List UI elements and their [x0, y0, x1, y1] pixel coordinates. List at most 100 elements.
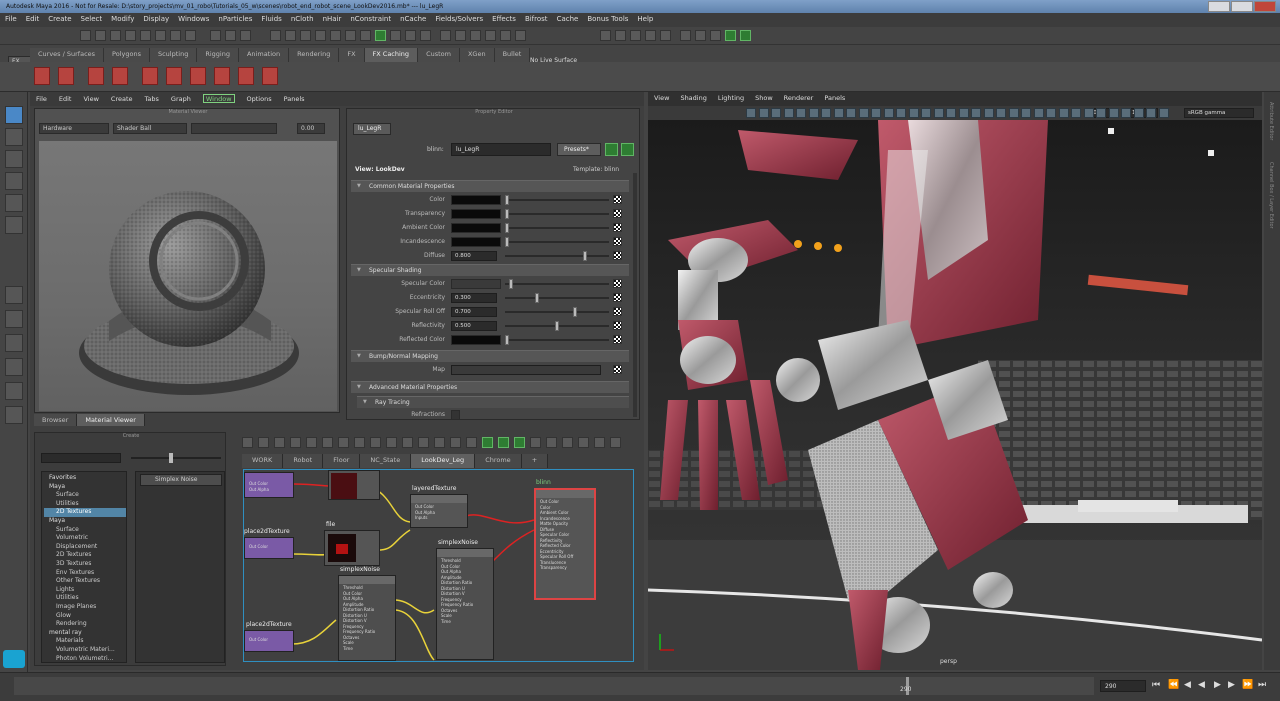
create-list-item[interactable]: Surface — [44, 526, 126, 535]
scale-tool-icon[interactable] — [5, 216, 23, 234]
script-layout-icon[interactable] — [5, 406, 23, 424]
hypershade-menu-view[interactable]: View — [83, 95, 98, 103]
viewport-tool-icon[interactable] — [1108, 108, 1119, 118]
channel-box-tab[interactable]: Channel Box / Layer Editor — [1268, 162, 1274, 229]
viewport-tool-icon[interactable] — [758, 108, 769, 118]
menu-effects[interactable]: Effects — [492, 15, 516, 25]
toolbar-button-icon[interactable] — [240, 30, 251, 41]
toolbar-button-icon[interactable] — [600, 30, 611, 41]
play-forward-icon[interactable]: ▶ — [1214, 680, 1221, 690]
toolbar-button-icon[interactable] — [225, 30, 236, 41]
toolbar-button-icon[interactable] — [375, 30, 386, 41]
menu-cache[interactable]: Cache — [557, 15, 579, 25]
viewport-tool-icon[interactable] — [1021, 108, 1031, 118]
map-button-icon[interactable] — [613, 321, 622, 330]
two-pane-layout-icon[interactable] — [5, 334, 23, 352]
toolbar-button-icon[interactable] — [630, 30, 641, 41]
map-button-icon[interactable] — [613, 335, 622, 344]
step-forward-key-icon[interactable]: ⏩ — [1242, 680, 1253, 690]
color-swatch[interactable] — [451, 279, 501, 289]
node-tab-floor[interactable]: Floor — [323, 454, 361, 468]
menu-windows[interactable]: Windows — [178, 15, 209, 25]
toolbar-button-icon[interactable] — [420, 30, 431, 41]
node-editor-tool-icon[interactable] — [322, 437, 333, 448]
timeline-track[interactable] — [14, 677, 1094, 695]
menu-nparticles[interactable]: nParticles — [218, 15, 252, 25]
slider-handle[interactable] — [583, 251, 587, 261]
simplex-noise-node[interactable]: Threshold Out Color Out Alpha Amplitude … — [338, 575, 396, 661]
node-editor-tool-icon[interactable] — [242, 437, 253, 448]
create-list-item[interactable]: Glow — [44, 612, 126, 621]
blinn-node[interactable]: Out Color Color Ambient Color Incandesce… — [534, 488, 596, 600]
viewport-tool-icon[interactable] — [821, 108, 831, 118]
node-editor-tool-icon[interactable] — [514, 437, 525, 448]
section-common-material[interactable]: Common Material Properties — [351, 180, 629, 192]
node-editor-tool-icon[interactable] — [354, 437, 365, 448]
node-port[interactable]: Out Color — [245, 544, 293, 550]
shelf-cache-icon[interactable] — [262, 67, 278, 85]
toolbar-button-icon[interactable] — [80, 30, 91, 41]
node-editor-tool-icon[interactable] — [338, 437, 349, 448]
viewport-tool-icon[interactable] — [1071, 108, 1081, 118]
place2d-node-2[interactable]: Out Color — [244, 630, 294, 652]
shelf-cache-icon[interactable] — [58, 67, 74, 85]
lasso-tool-icon[interactable] — [5, 128, 23, 146]
create-list-item[interactable]: Utilities — [44, 500, 126, 509]
shelf-cache-icon[interactable] — [166, 67, 182, 85]
simplex-noise-node-2[interactable]: Threshold Out Color Out Alpha Amplitude … — [436, 548, 494, 660]
create-list-item[interactable]: Maya — [44, 517, 126, 526]
viewport-tool-icon[interactable] — [808, 108, 819, 118]
reflectivity-field[interactable]: 0.500 — [451, 321, 497, 331]
map-button-icon[interactable] — [613, 293, 622, 302]
node-port[interactable]: Out Color — [245, 637, 293, 643]
node-editor-tool-icon[interactable] — [258, 437, 269, 448]
slider-handle[interactable] — [509, 279, 513, 289]
toolbar-button-icon[interactable] — [110, 30, 121, 41]
node-port[interactable]: Transparency — [536, 565, 594, 571]
step-back-frame-icon[interactable]: ◀ — [1184, 680, 1191, 690]
node-editor-tool-icon[interactable] — [450, 437, 461, 448]
viewport-tool-icon[interactable] — [771, 108, 781, 118]
menu-ncache[interactable]: nCache — [400, 15, 426, 25]
toolbar-button-icon[interactable] — [155, 30, 166, 41]
viewport-menu-shading[interactable]: Shading — [680, 94, 706, 106]
create-list-item[interactable]: Env Textures — [44, 569, 126, 578]
refractions-checkbox[interactable] — [451, 410, 460, 420]
viewport-tool-icon[interactable] — [783, 108, 794, 118]
diffuse-field[interactable]: 0.800 — [451, 251, 497, 261]
viewport-tool-icon[interactable] — [1008, 108, 1019, 118]
viewport-menu-show[interactable]: Show — [755, 94, 773, 106]
node-editor-tool-icon[interactable] — [498, 437, 509, 448]
toolbar-button-icon[interactable] — [680, 30, 691, 41]
node-tab-nc-state[interactable]: NC_State — [360, 454, 412, 468]
shelf-tab-custom[interactable]: Custom — [418, 48, 460, 62]
toolbar-button-icon[interactable] — [330, 30, 341, 41]
presets-button[interactable]: Presets* — [557, 143, 601, 156]
slider-handle[interactable] — [505, 237, 509, 247]
node-tab-chrome[interactable]: Chrome — [475, 454, 522, 468]
exposure-field[interactable]: 0.00 — [297, 123, 325, 134]
property-editor-scrollbar[interactable] — [633, 173, 637, 417]
shelf-tab-fx[interactable]: FX — [339, 48, 365, 62]
four-view-layout-icon[interactable] — [5, 310, 23, 328]
color-swatch[interactable] — [451, 237, 501, 247]
slider-handle[interactable] — [505, 335, 509, 345]
hypershade-menu-tabs[interactable]: Tabs — [145, 95, 159, 103]
create-list-item[interactable]: mental ray — [44, 629, 126, 638]
toolbar-button-icon[interactable] — [285, 30, 296, 41]
node-port[interactable]: Inputs — [411, 515, 467, 521]
shelf-tab-curves-surfaces[interactable]: Curves / Surfaces — [30, 48, 105, 62]
tab-material-viewer[interactable]: Material Viewer — [77, 414, 145, 426]
viewport-tool-icon[interactable] — [908, 108, 919, 118]
toolbar-button-icon[interactable] — [300, 30, 311, 41]
minimize-button[interactable] — [1208, 1, 1230, 12]
toolbar-button-icon[interactable] — [170, 30, 181, 41]
node-port[interactable]: Out Alpha — [245, 487, 293, 493]
toolbar-button-icon[interactable] — [140, 30, 151, 41]
toolbar-button-icon[interactable] — [95, 30, 106, 41]
menu-create[interactable]: Create — [48, 15, 71, 25]
current-frame-field[interactable]: 290 — [1100, 680, 1146, 692]
graph-layout-icon[interactable] — [5, 382, 23, 400]
menu-display[interactable]: Display — [143, 15, 169, 25]
hypershade-menu-panels[interactable]: Panels — [284, 95, 305, 103]
